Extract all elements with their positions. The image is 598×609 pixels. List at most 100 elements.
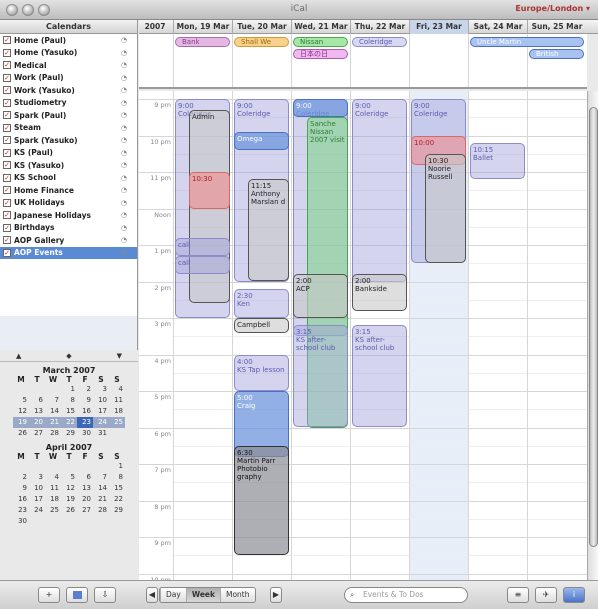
calendar-event[interactable]: 3:15 KS after-school club <box>352 325 407 428</box>
allday-event[interactable]: Bank <box>175 37 230 47</box>
calendar-checkbox[interactable]: ✓ <box>3 98 11 107</box>
calendar-event[interactable]: 10:15 Ballet <box>470 142 525 180</box>
calendar-checkbox[interactable]: ✓ <box>3 61 11 70</box>
allday-event[interactable]: Coleridge <box>352 37 407 47</box>
mini-day-cell[interactable]: 31 <box>93 428 109 439</box>
day-header[interactable]: Sat, 24 Mar <box>468 20 527 34</box>
mini-day-cell[interactable]: 30 <box>77 428 93 439</box>
calendar-item[interactable]: ✓ Medical ◔ <box>0 59 137 72</box>
allday-event[interactable]: Shall We <box>234 37 289 47</box>
calendar-item[interactable]: ✓ Spark (Paul) ◔ <box>0 109 137 122</box>
mini-day-cell[interactable]: 16 <box>77 406 93 417</box>
calendar-event[interactable]: 3:15 KS after-school club <box>293 325 348 428</box>
calendar-event[interactable]: 2:00 ACP <box>293 274 348 318</box>
mini-day-cell[interactable]: 27 <box>29 428 45 439</box>
day-header[interactable]: Mon, 19 Mar <box>173 20 232 34</box>
mini-day-cell[interactable]: 4 <box>109 384 125 395</box>
mini-day-cell[interactable]: 26 <box>61 505 77 516</box>
calendar-item[interactable]: ✓ Work (Paul) ◔ <box>0 72 137 85</box>
mini-day-cell[interactable]: 6 <box>29 395 45 406</box>
next-month-arrow-icon[interactable]: ▼ <box>117 352 122 360</box>
mini-day-cell[interactable]: 7 <box>93 472 109 483</box>
calendar-event[interactable]: 6:30 Martin Parr Photobio graphy <box>234 445 289 556</box>
mini-day-cell[interactable]: 22 <box>61 417 77 428</box>
calendar-checkbox[interactable]: ✓ <box>3 236 11 245</box>
add-calendar-button[interactable]: + <box>38 587 60 603</box>
mini-day-cell[interactable]: 23 <box>77 417 93 428</box>
info-button[interactable]: i <box>563 587 585 603</box>
previous-month-arrow-icon[interactable]: ▲ <box>16 352 21 360</box>
next-week-button[interactable]: ▶ <box>270 587 282 603</box>
day-header[interactable]: Wed, 21 Mar <box>291 20 350 34</box>
calendar-event[interactable]: call <box>175 237 230 256</box>
calendar-item[interactable]: ✓ Home Finance ◔ <box>0 184 137 197</box>
mini-day-cell[interactable]: 6 <box>77 472 93 483</box>
mini-day-cell[interactable]: 13 <box>29 406 45 417</box>
mini-day-cell[interactable]: 24 <box>93 417 109 428</box>
mini-day-cell[interactable]: 5 <box>13 395 29 406</box>
calendar-item[interactable]: ✓ Birthdays ◔ <box>0 222 137 235</box>
calendar-item[interactable]: ✓ KS (Paul) ◔ <box>0 147 137 160</box>
mini-day-cell[interactable]: 20 <box>29 417 45 428</box>
allday-event[interactable]: Uncle Martin <box>470 37 584 47</box>
mini-day-cell[interactable]: 14 <box>45 406 61 417</box>
calendar-item[interactable]: ✓ Steam ◔ <box>0 122 137 135</box>
calendar-event[interactable]: 10:30 <box>189 172 230 209</box>
calendar-item[interactable]: ✓ Work (Yasuko) ◔ <box>0 84 137 97</box>
search-field[interactable]: ⌕ Events & To Dos <box>344 587 468 603</box>
mini-day-cell[interactable]: 15 <box>109 483 125 494</box>
mini-day-cell[interactable]: 11 <box>109 395 125 406</box>
calendar-event[interactable]: 9:00 <box>293 99 348 118</box>
mini-day-cell[interactable]: 9 <box>77 395 93 406</box>
calendar-item[interactable]: ✓ KS School ◔ <box>0 172 137 185</box>
calendar-event[interactable]: 11:15 Anthony Marslan d <box>248 179 289 282</box>
mini-day-cell[interactable]: 21 <box>93 494 109 505</box>
view-day-button[interactable]: Day <box>160 588 186 602</box>
mini-day-cell[interactable]: 18 <box>109 406 125 417</box>
week-grid[interactable]: 9 pm 10 pm 11 pm Noon 1 pm 2 pm 3 pm 4 pm 5 pm 6 … <box>139 91 587 580</box>
mini-day-cell[interactable]: 2 <box>77 384 93 395</box>
mini-day-cell[interactable]: 16 <box>13 494 29 505</box>
vertical-scrollbar[interactable] <box>587 91 598 580</box>
mini-day-cell[interactable]: 29 <box>109 505 125 516</box>
calendar-checkbox[interactable]: ✓ <box>3 86 11 95</box>
allday-event[interactable]: British <box>529 49 584 59</box>
allday-event[interactable]: Nissan <box>293 37 348 47</box>
calendar-checkbox[interactable]: ✓ <box>3 248 11 257</box>
mini-day-cell[interactable]: 2 <box>13 472 29 483</box>
show-mini-month-button[interactable] <box>66 587 88 603</box>
calendar-checkbox[interactable]: ✓ <box>3 36 11 45</box>
mini-day-cell[interactable]: 7 <box>45 395 61 406</box>
day-header[interactable]: Thu, 22 Mar <box>350 20 409 34</box>
calendar-item[interactable]: ✓ Studiometry ◔ <box>0 97 137 110</box>
mini-day-cell[interactable]: 19 <box>13 417 29 428</box>
calendar-event[interactable]: call <box>175 255 230 275</box>
day-header[interactable]: Tue, 20 Mar <box>232 20 291 34</box>
previous-week-button[interactable]: ◀ <box>146 587 158 603</box>
mini-day-cell[interactable]: 12 <box>61 483 77 494</box>
mini-day-cell[interactable]: 26 <box>13 428 29 439</box>
calendar-checkbox[interactable]: ✓ <box>3 198 11 207</box>
mini-day-cell[interactable]: 11 <box>45 483 61 494</box>
mini-day-cell[interactable]: 25 <box>109 417 125 428</box>
mini-day-cell[interactable]: 23 <box>13 505 29 516</box>
mini-day-cell[interactable]: 9 <box>13 483 29 494</box>
mini-day-cell[interactable]: 3 <box>93 384 109 395</box>
mini-day-cell[interactable]: 20 <box>77 494 93 505</box>
calendar-item[interactable]: ✓ KS (Yasuko) ◔ <box>0 159 137 172</box>
view-week-button[interactable]: Week <box>185 588 220 602</box>
mini-day-cell[interactable]: 13 <box>77 483 93 494</box>
calendar-checkbox[interactable]: ✓ <box>3 111 11 120</box>
calendar-checkbox[interactable]: ✓ <box>3 148 11 157</box>
mini-day-cell[interactable]: 28 <box>93 505 109 516</box>
mini-day-cell[interactable]: 12 <box>13 406 29 417</box>
mini-day-cell[interactable]: 17 <box>93 406 109 417</box>
calendar-checkbox[interactable]: ✓ <box>3 186 11 195</box>
mini-day-cell[interactable]: 27 <box>77 505 93 516</box>
mini-day-cell[interactable]: 24 <box>29 505 45 516</box>
mini-day-cell[interactable]: 15 <box>61 406 77 417</box>
mini-day-cell[interactable]: 22 <box>109 494 125 505</box>
mini-day-cell[interactable]: 8 <box>109 472 125 483</box>
view-month-button[interactable]: Month <box>219 588 255 602</box>
notifications-button[interactable]: ⇩ <box>94 587 116 603</box>
